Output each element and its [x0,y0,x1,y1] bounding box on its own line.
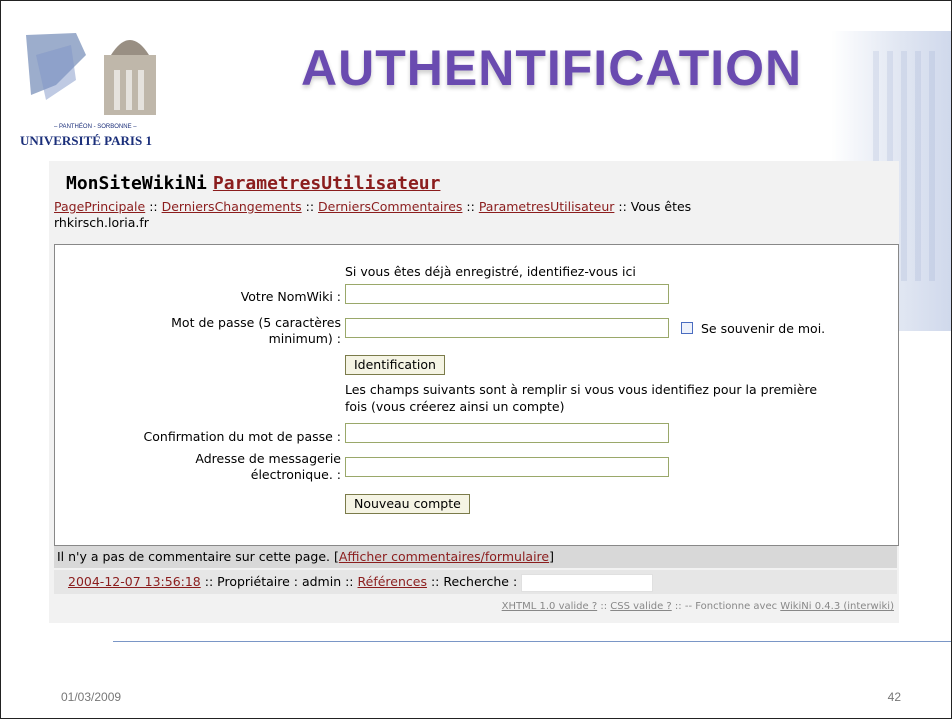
login-intro: Si vous êtes déjà enregistré, identifiez… [345,264,636,279]
slide: – PANTHÉON - SORBONNE – UNIVERSITÉ PARIS… [0,0,952,719]
email-label: Adresse de messagerie électronique. : [195,451,341,482]
footer-divider [113,641,951,642]
wiki-header: MonSiteWikiNi ParametresUtilisateur [66,173,440,194]
xhtml-valid-link[interactable]: XHTML 1.0 valide ? [502,601,598,612]
breadcrumb: PagePrincipale :: DerniersChangements ::… [54,199,692,230]
nav-link-pageprincipale[interactable]: PagePrincipale [54,199,145,214]
validity-line: XHTML 1.0 valide ? :: CSS valide ? :: --… [501,601,894,612]
slide-title: AUTHENTIFICATION [301,40,803,96]
university-logo: – PANTHÉON - SORBONNE – UNIVERSITÉ PARIS… [16,25,164,153]
you-are-text: :: Vous êtes [614,199,692,214]
wikini-link[interactable]: WikiNi 0.4.3 (interwiki) [780,601,894,612]
search-input[interactable] [521,573,654,592]
logo-text-top: – PANTHÉON - SORBONNE – [54,123,137,130]
remember-checkbox[interactable] [681,322,693,334]
login-form: Si vous êtes déjà enregistré, identifiez… [54,244,899,546]
nomwiki-label: Votre NomWiki : [240,289,341,304]
confirm-password-label: Confirmation du mot de passe : [143,429,341,444]
nav-link-dernierschangements[interactable]: DerniersChangements [162,199,302,214]
timestamp-link[interactable]: 2004-12-07 13:56:18 [68,574,201,589]
new-account-button[interactable]: Nouveau compte [345,494,470,514]
identification-button[interactable]: Identification [345,355,445,375]
wiki-screenshot: MonSiteWikiNi ParametresUtilisateur PageP… [49,161,899,623]
references-link[interactable]: Références [358,574,427,589]
page-name-link[interactable]: ParametresUtilisateur [213,173,441,194]
nomwiki-input[interactable] [345,284,669,304]
password-input[interactable] [345,318,669,338]
comments-bar: Il n'y a pas de commentaire sur cette pa… [54,546,897,568]
nav-link-dernierscommentaires[interactable]: DerniersCommentaires [318,199,462,214]
confirm-password-input[interactable] [345,423,669,443]
css-valid-link[interactable]: CSS valide ? [610,601,671,612]
host-text: rhkirsch.loria.fr [54,215,149,230]
slide-number: 42 [887,690,901,704]
nav-link-parametresutilisateur[interactable]: ParametresUtilisateur [479,199,615,214]
logo-text-bottom: UNIVERSITÉ PARIS 1 [20,133,152,148]
slide-date: 01/03/2009 [61,690,122,704]
email-input[interactable] [345,457,669,477]
show-comments-link[interactable]: Afficher commentaires/formulaire [339,549,549,564]
password-label: Mot de passe (5 caractères minimum) : [171,315,341,346]
new-account-info: Les champs suivants sont à remplir si vo… [345,382,818,414]
remember-label: Se souvenir de moi. [701,321,826,336]
wiki-footer: 2004-12-07 13:56:18 :: Propriétaire : ad… [54,570,897,594]
site-name: MonSiteWikiNi [66,173,207,194]
